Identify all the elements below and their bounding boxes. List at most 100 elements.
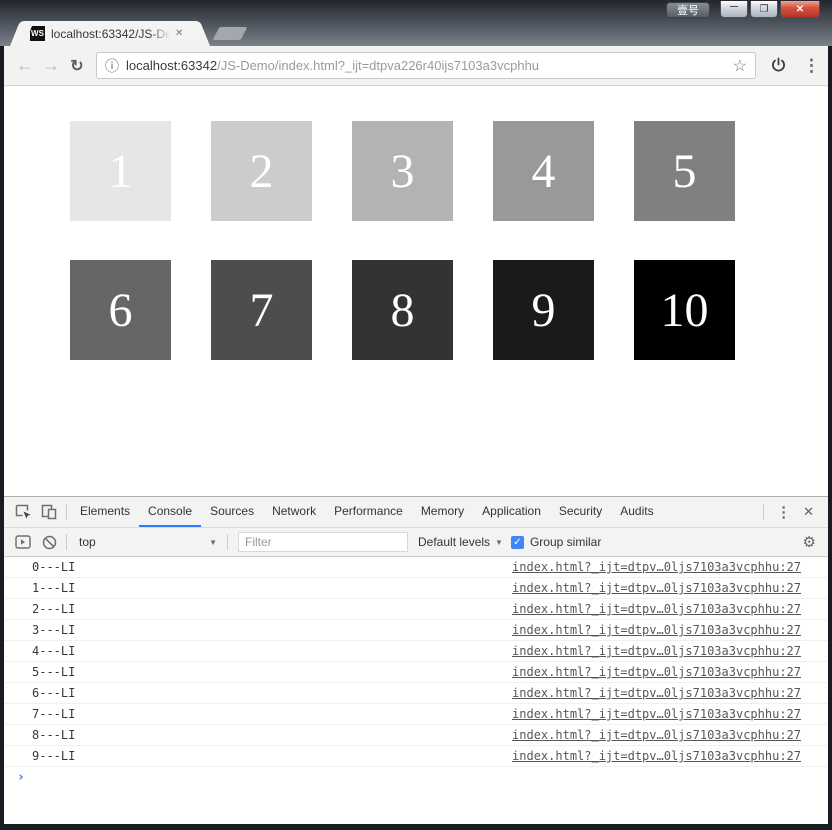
maximize-icon: ❐ [760,4,769,15]
console-source-link[interactable]: index.html?_ijt=dtpv…0ljs7103a3vcphhu:27 [512,707,801,721]
close-icon: ✕ [796,4,804,15]
list-item: 6 [70,260,171,360]
divider [66,534,67,550]
devtools-tab-sources[interactable]: Sources [201,497,263,527]
devtools-tab-bar: Elements Console Sources Network Perform… [4,497,828,527]
devtools-tab-application[interactable]: Application [473,497,550,527]
squares-row-1: 1 2 3 4 5 [4,121,828,221]
squares-row-2: 6 7 8 9 10 [4,260,828,360]
console-message: 1---LI [32,581,75,595]
console-log-row: 3---LI index.html?_ijt=dtpv…0ljs7103a3vc… [4,620,828,641]
list-item: 4 [493,121,594,221]
group-similar-checkbox[interactable]: ✓ [511,536,524,549]
forward-icon[interactable]: → [38,55,64,76]
console-message: 3---LI [32,623,75,637]
chrome-menu-icon[interactable]: ⋮ [803,56,820,76]
reload-icon[interactable]: ↻ [64,56,90,76]
clear-console-icon[interactable] [36,530,62,554]
browser-tab[interactable]: WS localhost:63342/JS-De ✕ [22,21,198,46]
console-messages: 0---LI index.html?_ijt=dtpv…0ljs7103a3vc… [4,557,828,824]
account-button[interactable]: 壹号 [666,2,710,18]
list-item: 2 [211,121,312,221]
console-log-row: 7---LI index.html?_ijt=dtpv…0ljs7103a3vc… [4,704,828,725]
list-item: 1 [70,121,171,221]
console-source-link[interactable]: index.html?_ijt=dtpv…0ljs7103a3vcphhu:27 [512,665,801,679]
device-toolbar-icon[interactable] [36,500,62,524]
list-item: 5 [634,121,735,221]
list-item: 3 [352,121,453,221]
devtools-tab-performance[interactable]: Performance [325,497,412,527]
console-filter-input[interactable] [238,532,408,552]
devtools-tab-console[interactable]: Console [139,497,201,527]
browser-window: 壹号 — ❐ ✕ WS localhost:63342/JS-De ✕ ← → … [0,0,832,830]
devtools-tab-security[interactable]: Security [550,497,611,527]
devtools-menu-icon[interactable]: ⋮ [768,503,799,521]
devtools-close-icon[interactable]: ✕ [799,504,822,520]
group-similar-label: Group similar [530,535,601,549]
address-bar[interactable]: ⓘ localhost:63342/JS-Demo/index.html?_ij… [96,52,756,79]
url-path: /JS-Demo/index.html?_ijt=dtpva226r40ijs7… [217,58,539,73]
console-log-row: 6---LI index.html?_ijt=dtpv…0ljs7103a3vc… [4,683,828,704]
console-sidebar-toggle-icon[interactable] [10,530,36,554]
maximize-button[interactable]: ❐ [750,1,778,18]
console-message: 6---LI [32,686,75,700]
power-extension-icon[interactable] [770,57,787,74]
console-log-row: 2---LI index.html?_ijt=dtpv…0ljs7103a3vc… [4,599,828,620]
new-tab-button[interactable] [213,27,248,40]
console-log-row: 4---LI index.html?_ijt=dtpv…0ljs7103a3vc… [4,641,828,662]
devtools-tab-elements[interactable]: Elements [71,497,139,527]
minimize-button[interactable]: — [720,1,748,18]
url-text[interactable]: localhost:63342/JS-Demo/index.html?_ijt=… [126,58,727,73]
devtools-tab-network[interactable]: Network [263,497,325,527]
back-icon[interactable]: ← [12,55,38,76]
console-source-link[interactable]: index.html?_ijt=dtpv…0ljs7103a3vcphhu:27 [512,623,801,637]
console-prompt[interactable]: › [4,767,828,788]
execution-context-select[interactable]: top ▼ [71,531,223,553]
log-levels-select[interactable]: Default levels ▼ [418,535,503,549]
list-item: 8 [352,260,453,360]
devtools-tab-audits[interactable]: Audits [611,497,662,527]
console-log-row: 1---LI index.html?_ijt=dtpv…0ljs7103a3vc… [4,578,828,599]
console-message: 9---LI [32,749,75,763]
console-toolbar: top ▼ Default levels ▼ ✓ Group similar ⚙ [4,527,828,557]
close-window-button[interactable]: ✕ [780,1,820,18]
minimize-icon: — [730,2,738,11]
bookmark-star-icon[interactable]: ☆ [733,56,747,76]
prompt-chevron-icon: › [17,770,25,785]
devtools-panel: Elements Console Sources Network Perform… [4,496,828,824]
console-source-link[interactable]: index.html?_ijt=dtpv…0ljs7103a3vcphhu:27 [512,581,801,595]
console-source-link[interactable]: index.html?_ijt=dtpv…0ljs7103a3vcphhu:27 [512,644,801,658]
divider [763,504,764,520]
console-source-link[interactable]: index.html?_ijt=dtpv…0ljs7103a3vcphhu:27 [512,602,801,616]
console-source-link[interactable]: index.html?_ijt=dtpv…0ljs7103a3vcphhu:27 [512,560,801,574]
console-log-row: 0---LI index.html?_ijt=dtpv…0ljs7103a3vc… [4,557,828,578]
console-source-link[interactable]: index.html?_ijt=dtpv…0ljs7103a3vcphhu:27 [512,749,801,763]
chevron-down-icon: ▼ [209,538,217,547]
group-similar-option[interactable]: ✓ Group similar [511,535,601,549]
console-log-row: 8---LI index.html?_ijt=dtpv…0ljs7103a3vc… [4,725,828,746]
console-source-link[interactable]: index.html?_ijt=dtpv…0ljs7103a3vcphhu:27 [512,728,801,742]
console-message: 2---LI [32,602,75,616]
levels-value: Default levels [418,535,490,549]
tab-close-icon[interactable]: ✕ [175,28,183,39]
console-message: 5---LI [32,665,75,679]
tab-title: localhost:63342/JS-De [51,27,171,41]
list-item: 7 [211,260,312,360]
divider [66,504,67,520]
url-host: localhost:63342 [126,58,217,73]
title-bar: 壹号 — ❐ ✕ WS localhost:63342/JS-De ✕ [0,0,832,46]
page-info-icon[interactable]: ⓘ [105,56,119,76]
console-source-link[interactable]: index.html?_ijt=dtpv…0ljs7103a3vcphhu:27 [512,686,801,700]
inspect-element-icon[interactable] [10,500,36,524]
list-item: 10 [634,260,735,360]
chevron-down-icon: ▼ [495,538,503,547]
console-message: 8---LI [32,728,75,742]
gear-icon[interactable]: ⚙ [803,533,822,551]
browser-toolbar: ← → ↻ ⓘ localhost:63342/JS-Demo/index.ht… [4,46,828,86]
console-message: 4---LI [32,644,75,658]
window-controls: 壹号 — ❐ ✕ [666,1,820,18]
page-content: 1 2 3 4 5 6 7 8 9 10 [4,86,828,496]
console-log-row: 9---LI index.html?_ijt=dtpv…0ljs7103a3vc… [4,746,828,767]
divider [227,534,228,550]
devtools-tab-memory[interactable]: Memory [412,497,473,527]
